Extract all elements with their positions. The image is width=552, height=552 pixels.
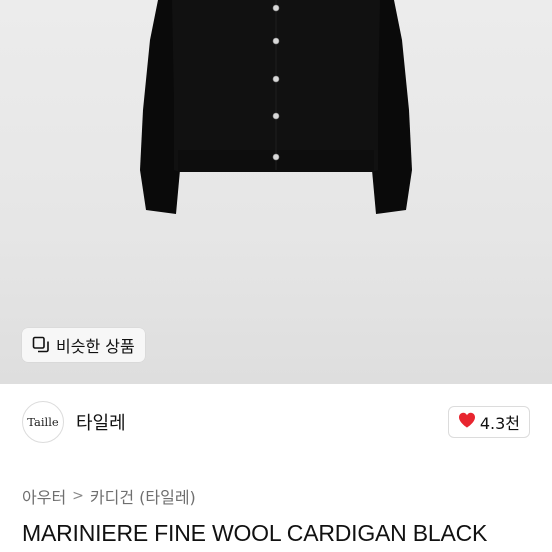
shop-avatar[interactable]: Taille [22,401,64,443]
shop-name[interactable]: 타일레 [76,409,126,435]
breadcrumb-separator: > [72,488,84,504]
copy-icon [32,336,50,354]
similar-products-button[interactable]: 비슷한 상품 [22,328,145,362]
like-button[interactable]: 4.3천 [447,406,530,438]
product-title: MARINIERE FINE WOOL CARDIGAN BLACK [22,520,488,546]
product-image-area[interactable]: 비슷한 상품 [0,0,552,384]
similar-products-label: 비슷한 상품 [56,337,135,356]
breadcrumb-item-cardigan[interactable]: 카디건 (타일레) [90,484,196,508]
like-count: 4.3천 [479,414,520,433]
breadcrumb: 아우터 > 카디건 (타일레) [22,484,196,508]
heart-icon [458,412,476,432]
shop-avatar-text: Taille [27,415,59,429]
shop-row: Taille 타일레 4.3천 [22,401,530,443]
breadcrumb-item-outer[interactable]: 아우터 [22,484,66,508]
product-image [140,0,412,214]
